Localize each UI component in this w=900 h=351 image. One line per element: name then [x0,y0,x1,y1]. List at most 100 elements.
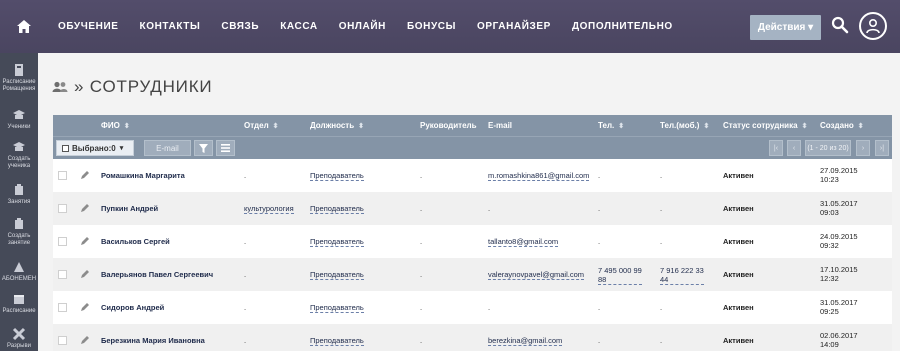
column-header-label: ФИО [101,121,120,130]
table-header: ФИО ⬍ Отдел ⬍ Должность ⬍ Руководитель E-ma… [53,115,892,136]
edit-pencil-icon[interactable] [80,170,90,180]
created-time: 09:03 [820,208,839,217]
column-header-created[interactable]: Создано ⬍ [820,121,864,130]
nav-item-learning[interactable]: ОБУЧЕНИЕ [58,21,119,32]
edit-pencil-icon[interactable] [80,302,90,312]
employee-name-link[interactable]: Пупкин Андрей [101,204,158,213]
sidebar-item-create-student[interactable]: Создать ученика [0,140,38,170]
nav-item-bonuses[interactable]: БОНУСЫ [407,21,456,32]
sidebar-item-subscriptions[interactable]: АБОНЕМЕН [0,260,38,283]
home-button[interactable] [0,0,48,53]
table-row[interactable]: Пупкин Андрей культурология Преподаватель.… [53,192,892,225]
table-row[interactable]: Ромашкина Маргарита. Преподаватель. m.roma… [53,159,892,192]
filter-icon [199,143,208,153]
sidebar-item-breaks[interactable]: Разрыви [0,327,38,350]
row-checkbox[interactable] [58,270,67,279]
column-header-label: Тел.(моб.) [660,121,700,130]
position-link[interactable]: Преподаватель [310,270,364,280]
nav-item-cashbox[interactable]: КАССА [280,21,318,32]
column-header-dept[interactable]: Отдел ⬍ [244,121,279,130]
nav-item-organizer[interactable]: ОРГАНАЙЗЕР [477,21,551,32]
edit-pencil-icon[interactable] [80,236,90,246]
manager-cell: . [420,303,423,312]
mobile-phone-link[interactable]: 7 916 222 33 44 [660,266,704,285]
created-date: 24.09.2015 [820,232,858,241]
position-link[interactable]: Преподаватель [310,237,364,247]
column-header-fio[interactable]: ФИО ⬍ [101,121,130,130]
phone-link[interactable]: 7 495 000 99 88 [598,266,642,285]
actions-dropdown-button[interactable]: Действия ▾ [750,15,821,40]
user-profile-button[interactable] [859,12,887,40]
edit-pencil-icon[interactable] [80,203,90,213]
email-link[interactable]: valeraynovpavel@gmail.com [488,270,584,280]
employee-name-link[interactable]: Васильков Сергей [101,237,170,246]
column-header-position[interactable]: Должность ⬍ [310,121,364,130]
row-checkbox[interactable] [58,204,67,213]
sidebar-item-students[interactable]: Ученики [0,108,38,131]
search-button[interactable] [831,16,849,34]
department-cell: . [244,237,247,246]
first-page-button[interactable]: |‹ [769,140,783,156]
phone-link: . [598,237,601,246]
table-row[interactable]: Васильков Сергей. Преподаватель. tallanto8… [53,225,892,258]
column-header-label: Должность [310,121,355,130]
next-page-button[interactable]: › [856,140,870,156]
employee-name-link[interactable]: Ромашкина Маргарита [101,171,185,180]
sidebar-item-room-schedule[interactable]: Расписание Ромащения [0,63,38,93]
sidebar-item-label: Ученики [7,124,31,130]
email-link[interactable]: berezkina@gmail.com [488,336,563,346]
sort-icon: ⬍ [123,123,130,130]
created-date: 17.10.2015 [820,265,858,274]
sort-icon: ⬍ [703,123,710,130]
sidebar-item-schedule[interactable]: Расписание [0,292,38,315]
nav-item-online[interactable]: ОНЛАЙН [339,21,386,32]
last-page-button[interactable]: ›| [875,140,889,156]
column-header-manager: Руководитель [420,121,477,130]
row-checkbox[interactable] [58,171,67,180]
sidebar-item-lessons[interactable]: Занятия [0,183,38,206]
nav-item-communication[interactable]: СВЯЗЬ [221,21,259,32]
email-link: . [488,204,491,213]
edit-pencil-icon[interactable] [80,269,90,279]
column-list-button[interactable] [216,140,235,156]
table-row[interactable]: Березкина Мария Ивановна. Преподаватель. b… [53,324,892,351]
mobile-phone-link: . [660,237,663,246]
column-header-status[interactable]: Статус сотрудника ⬍ [723,121,807,130]
column-header-label: Создано [820,121,854,130]
select-dropdown-button[interactable]: Выбрано:0 ▾ [56,140,134,156]
employee-name-link[interactable]: Валерьянов Павел Сергеевич [101,270,213,279]
mobile-phone-link: . [660,303,663,312]
manager-cell: . [420,270,423,279]
row-checkbox[interactable] [58,237,67,246]
mobile-phone-link: . [660,336,663,345]
nav-item-contacts[interactable]: КОНТАКТЫ [140,21,201,32]
department-cell[interactable]: культурология [244,204,294,214]
students-icon [13,110,25,119]
employee-name-link[interactable]: Сидоров Андрей [101,303,164,312]
sort-icon: ⬍ [272,123,279,130]
table-row[interactable]: Валерьянов Павел Сергеевич. Преподаватель… [53,258,892,291]
column-header-phone[interactable]: Тел. ⬍ [598,121,624,130]
edit-pencil-icon[interactable] [80,335,90,345]
users-icon [52,81,68,92]
employee-name-link[interactable]: Березкина Мария Ивановна [101,336,205,345]
nav-item-additional[interactable]: ДОПОЛНИТЕЛЬНО [572,21,673,32]
sidebar-item-label: Создать ученика [7,156,31,169]
position-link[interactable]: Преподаватель [310,336,364,346]
sidebar-item-create-lesson[interactable]: Создать занятие [0,217,38,247]
selected-count-label: Выбрано:0 [72,143,116,153]
column-header-mobile[interactable]: Тел.(моб.) ⬍ [660,121,709,130]
position-link[interactable]: Преподаватель [310,204,364,214]
email-link[interactable]: m.romashkina861@gmail.com [488,171,590,181]
position-link[interactable]: Преподаватель [310,303,364,313]
position-link[interactable]: Преподаватель [310,171,364,181]
prev-page-button[interactable]: ‹ [787,140,801,156]
filter-button[interactable] [194,140,213,156]
email-button[interactable]: E-mail [144,140,191,156]
row-checkbox[interactable] [58,303,67,312]
add-lesson-icon [15,218,23,229]
table-row[interactable]: Сидоров Андрей. Преподаватель.... Активен 3… [53,291,892,324]
select-all-checkbox[interactable] [62,144,69,152]
row-checkbox[interactable] [58,336,67,345]
email-link[interactable]: tallanto8@gmail.com [488,237,559,247]
